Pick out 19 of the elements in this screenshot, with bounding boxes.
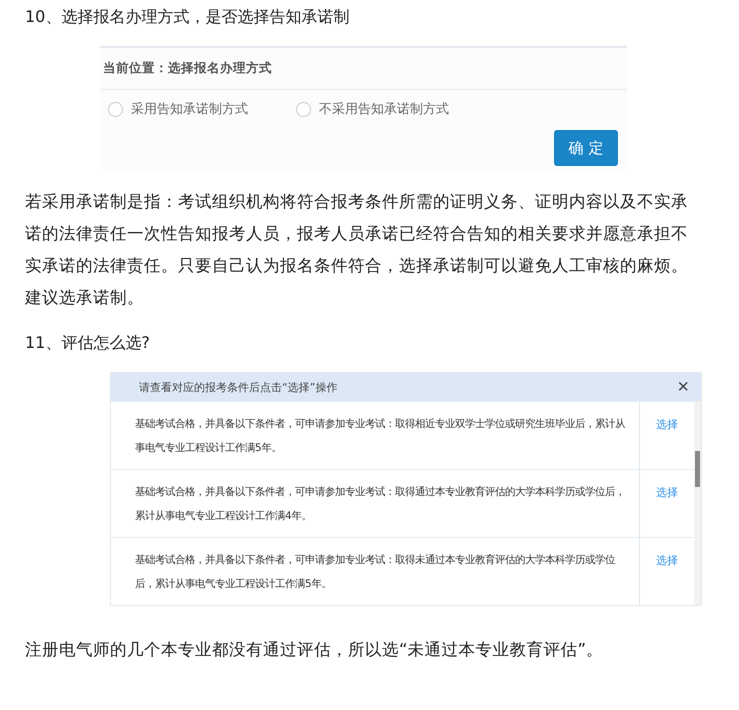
paragraph: 若采用承诺制是指：考试组织机构将符合报考条件所需的证明义务、证明内容以及不实承诺的法律责任一次性告知报考人员，报考人员承诺已经符合告知的相关要求并愿意承担不实承诺的法律责任。只要自己认为报名条件符合，选择承诺制可以避免人工审核的麻烦。建议选承诺制。 bbox=[25, 191, 689, 309]
select-link[interactable]: 选择 bbox=[656, 418, 678, 431]
close-button[interactable]: × bbox=[677, 377, 689, 397]
condition-text: 基础考试合格，并具备以下条件者，可申请参加专业考试：取得相近专业双学士学位或研究生班毕业后，累计从事电气专业工程设计工作满5年。 bbox=[134, 417, 626, 456]
radio-icon[interactable] bbox=[108, 102, 123, 116]
condition-text: 基础考试合格，并具备以下条件者，可申请参加专业考试：取得通过本专业教育评估的大学本科学历或学位后，累计从事电气专业工程设计工作满4年。 bbox=[134, 485, 626, 524]
condition-text: 基础考试合格，并具备以下条件者，可申请参加专业考试：取得未通过本专业教育评估的大学本科学历或学位后，累计从事电气专业工程设计工作满5年。 bbox=[134, 553, 616, 592]
step-heading: 11、评估怎么选? bbox=[25, 332, 151, 354]
radio-option[interactable]: 不采用告知承诺制方式 bbox=[296, 100, 449, 118]
radio-icon[interactable] bbox=[296, 102, 311, 116]
step-heading: 10、选择报名办理方式，是否选择告知承诺制 bbox=[25, 6, 350, 28]
scrollbar[interactable] bbox=[694, 401, 701, 605]
paragraph: 注册电气师的几个本专业都没有通过评估，所以选“未通过本专业教育评估”。 bbox=[25, 639, 604, 661]
select-link[interactable]: 选择 bbox=[656, 486, 678, 499]
location-text: 当前位置：选择报名办理方式 bbox=[100, 48, 627, 90]
radio-option[interactable]: 采用告知承诺制方式 bbox=[108, 100, 248, 118]
dialog-title: 请查看对应的报考条件后点击“选择”操作 bbox=[139, 380, 338, 394]
confirm-button[interactable]: 确 定 bbox=[554, 130, 618, 166]
select-link[interactable]: 选择 bbox=[656, 554, 678, 567]
